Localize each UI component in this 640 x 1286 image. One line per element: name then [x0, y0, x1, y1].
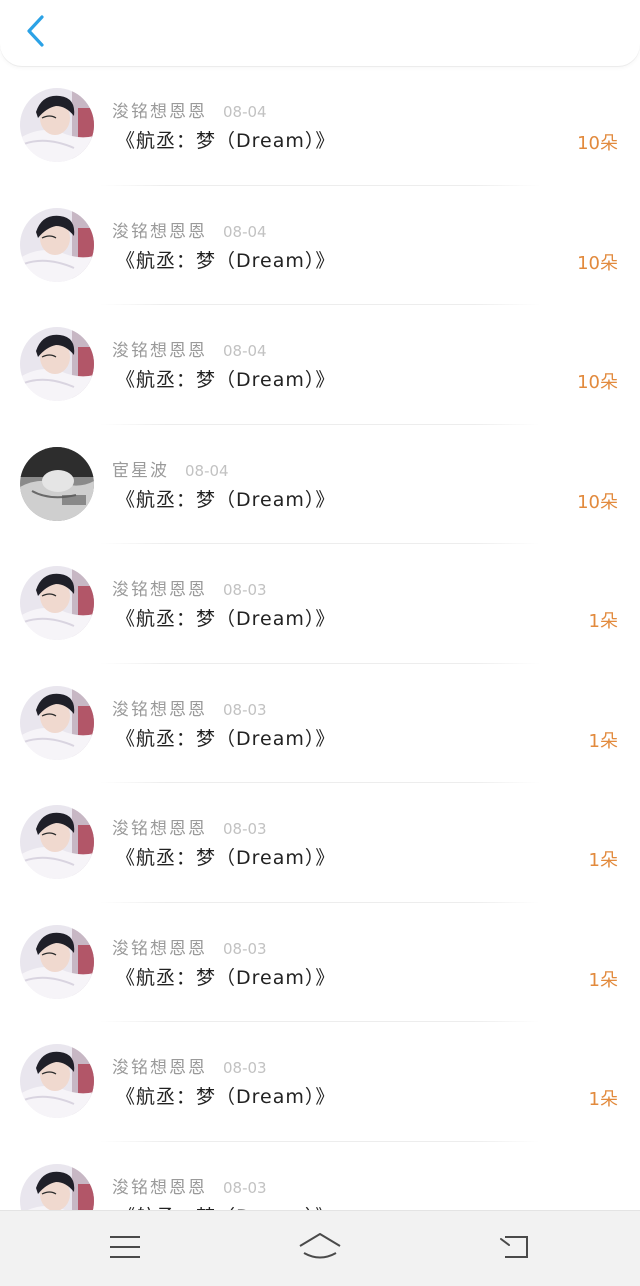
gift-row[interactable]: 浚铭想恩恩 08-04 《航丞：梦（Dream）》 10朵	[0, 66, 640, 186]
flower-count: 1朵	[588, 850, 618, 871]
song-title: 《航丞：梦（Dream）》	[116, 369, 336, 391]
chevron-left-icon	[27, 15, 44, 47]
sender-name-text: 浚铭想恩恩	[112, 341, 207, 361]
gift-date: 08-03	[223, 1059, 267, 1077]
song-title: 《航丞：梦（Dream）》	[116, 1086, 336, 1108]
sender-name: 浚铭想恩恩 08-04	[112, 336, 267, 361]
avatar[interactable]	[20, 924, 94, 999]
sender-name-text: 宦星波	[112, 460, 169, 481]
gift-row[interactable]: 浚铭想恩恩 08-04 《航丞：梦（Dream）》 10朵	[0, 305, 640, 425]
gift-row[interactable]: 浚铭想恩恩 08-03 《航丞：梦（Dream）》 1朵	[0, 783, 640, 903]
gift-date: 08-04	[223, 103, 267, 121]
song-title: 《航丞：梦（Dream）》	[116, 727, 336, 750]
sender-name-text: 浚铭想恩恩	[112, 699, 207, 720]
gift-row[interactable]: 浚铭想恩恩 08-03 《航丞：梦（Dream）》 1朵	[0, 544, 640, 664]
gift-date: 08-04	[223, 342, 267, 360]
menu-icon	[110, 1236, 140, 1258]
flower-count: 1朵	[588, 969, 618, 991]
gift-date: 08-04	[185, 461, 229, 480]
sender-name: 宦星波 08-04	[112, 456, 229, 481]
sender-name-text: 浚铭想恩恩	[112, 1058, 207, 1078]
gift-date: 08-04	[223, 222, 267, 241]
nav-home-button[interactable]	[297, 1227, 343, 1267]
back-button[interactable]	[16, 10, 56, 52]
nav-menu-button[interactable]	[102, 1227, 148, 1267]
gift-date: 08-03	[223, 939, 267, 958]
avatar[interactable]	[20, 88, 94, 162]
song-title: 《航丞：梦（Dream）》	[116, 249, 336, 272]
gift-row[interactable]: 浚铭想恩恩 08-03 《航丞：梦（Dream）》 1朵	[0, 903, 640, 1022]
sender-name: 浚铭想恩恩 08-03	[112, 575, 267, 600]
sender-name-text: 浚铭想恩恩	[112, 580, 207, 600]
gift-date: 08-03	[223, 820, 267, 838]
sender-name: 浚铭想恩恩 08-03	[112, 1173, 267, 1198]
gift-row[interactable]: 浚铭想恩恩 08-04 《航丞：梦（Dream）》 10朵	[0, 186, 640, 305]
sender-name: 浚铭想恩恩 08-03	[112, 814, 267, 839]
sender-name-text: 浚铭想恩恩	[112, 1177, 207, 1198]
song-title: 《航丞：梦（Dream）》	[116, 488, 336, 511]
flower-count: 1朵	[588, 611, 618, 632]
sender-name: 浚铭想恩恩 08-03	[112, 695, 267, 720]
flower-count: 10朵	[577, 133, 618, 154]
sender-name: 浚铭想恩恩 08-04	[112, 97, 267, 122]
gift-row[interactable]: 浚铭想恩恩 08-03 《航丞：梦（Dream）》 1朵	[0, 664, 640, 783]
gift-list[interactable]: 浚铭想恩恩 08-04 《航丞：梦（Dream）》 10朵 浚铭想恩恩 08-04 《航丞：…	[0, 66, 640, 1210]
avatar[interactable]	[20, 446, 94, 521]
avatar[interactable]	[20, 1044, 94, 1118]
system-nav-bar	[0, 1210, 640, 1286]
sender-name: 浚铭想恩恩 08-03	[112, 934, 267, 959]
gift-date: 08-03	[223, 581, 267, 599]
back-icon	[500, 1236, 528, 1258]
flower-count: 1朵	[588, 730, 618, 752]
sender-name: 浚铭想恩恩 08-03	[112, 1053, 267, 1078]
sender-name: 浚铭想恩恩 08-04	[112, 217, 267, 242]
top-bar	[0, 0, 640, 66]
avatar[interactable]	[20, 207, 94, 282]
flower-count: 1朵	[588, 1089, 618, 1110]
nav-back-button[interactable]	[492, 1227, 538, 1267]
gift-row[interactable]: 浚铭想恩恩08-03《航丞：梦（Dream）》1朵	[0, 1142, 640, 1211]
flower-count: 10朵	[577, 372, 618, 393]
home-icon	[299, 1233, 341, 1259]
avatar[interactable]	[20, 805, 94, 879]
sender-name-text: 浚铭想恩恩	[112, 938, 207, 959]
gift-record-screen: 浚铭想恩恩 08-04 《航丞：梦（Dream）》 10朵 浚铭想恩恩 08-04 《航丞：…	[0, 0, 640, 1286]
flower-count: 10朵	[577, 491, 618, 513]
song-title: 《航丞：梦（Dream）》	[116, 1202, 335, 1211]
song-title: 《航丞：梦（Dream）》	[116, 966, 336, 989]
sender-name-text: 浚铭想恩恩	[112, 819, 207, 839]
gift-row[interactable]: 宦星波 08-04 《航丞：梦（Dream）》 10朵	[0, 425, 640, 544]
avatar[interactable]	[20, 327, 94, 401]
sender-name-text: 浚铭想恩恩	[112, 221, 207, 242]
song-title: 《航丞：梦（Dream）》	[116, 608, 336, 630]
gift-date: 08-03	[223, 700, 267, 719]
avatar[interactable]	[20, 685, 94, 760]
sender-name-text: 浚铭想恩恩	[112, 102, 207, 122]
avatar[interactable]	[20, 1163, 94, 1210]
gift-row[interactable]: 浚铭想恩恩 08-03 《航丞：梦（Dream）》 1朵	[0, 1022, 640, 1142]
song-title: 《航丞：梦（Dream）》	[116, 130, 336, 152]
song-title: 《航丞：梦（Dream）》	[116, 847, 336, 869]
gift-date: 08-03	[223, 1178, 267, 1197]
flower-count: 10朵	[577, 252, 618, 274]
avatar[interactable]	[20, 566, 94, 640]
